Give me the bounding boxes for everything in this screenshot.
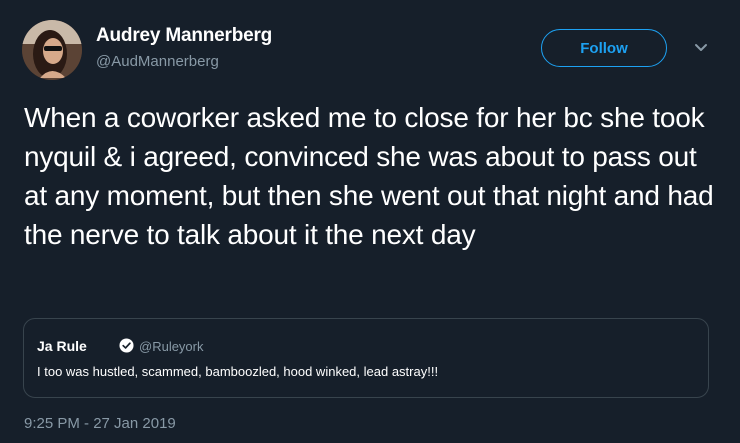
follow-button[interactable]: Follow xyxy=(541,29,667,67)
author-avatar[interactable] xyxy=(22,20,82,80)
quoted-display-name: Ja Rule xyxy=(37,338,87,354)
quoted-handle: @Ruleyork xyxy=(139,339,204,354)
chevron-down-icon[interactable] xyxy=(692,39,710,57)
profile-photo-icon xyxy=(22,20,82,80)
author-handle[interactable]: @AudMannerberg xyxy=(96,53,219,70)
tweet-card: Audrey Mannerberg @AudMannerberg Follow … xyxy=(0,0,740,443)
quoted-tweet[interactable]: Ja Rule @Ruleyork I too was hustled, sca… xyxy=(23,318,709,398)
verified-badge-icon xyxy=(119,338,134,353)
tweet-timestamp[interactable]: 9:25 PM - 27 Jan 2019 xyxy=(24,415,176,432)
tweet-text: When a coworker asked me to close for he… xyxy=(24,102,714,250)
author-display-name[interactable]: Audrey Mannerberg xyxy=(96,25,272,47)
quoted-text: I too was hustled, scammed, bamboozled, … xyxy=(37,364,439,379)
